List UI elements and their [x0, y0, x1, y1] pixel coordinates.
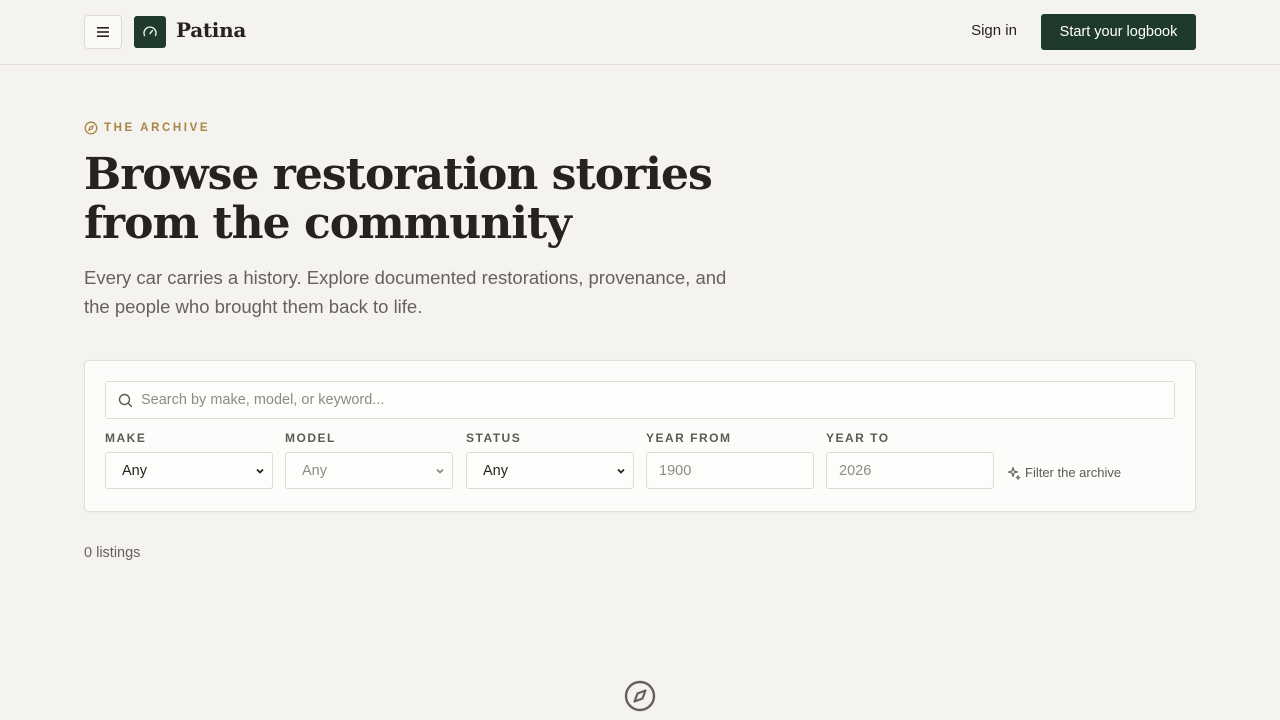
page-title-line-2: from the community [84, 198, 572, 249]
section-eyebrow: THE ARCHIVE [84, 121, 210, 135]
make-filter: MAKE Any [105, 431, 273, 489]
start-logbook-button[interactable]: Start your logbook [1041, 14, 1196, 50]
chevron-down-icon [256, 468, 264, 474]
year-from-filter: YEAR FROM 1900 [646, 431, 814, 489]
status-label: STATUS [466, 431, 522, 445]
model-select[interactable]: Any [285, 452, 453, 489]
compass-icon [84, 121, 98, 135]
year-to-label: YEAR TO [826, 431, 890, 445]
sign-in-link[interactable]: Sign in [958, 22, 1030, 39]
page-title: Browse restoration stories from the comm… [84, 150, 764, 248]
search-input[interactable] [141, 392, 1141, 408]
hamburger-menu-icon [97, 27, 109, 37]
brand-logo[interactable] [134, 16, 166, 48]
search-icon [118, 393, 133, 407]
page-subtitle: Every car carries a history. Explore doc… [84, 267, 727, 317]
model-label: MODEL [285, 431, 336, 445]
chevron-down-icon [436, 468, 444, 474]
make-value: Any [122, 462, 147, 479]
status-filter: STATUS Any [466, 431, 634, 489]
year-from-input[interactable]: 1900 [646, 452, 814, 489]
filter-hint: Filter the archive [1007, 465, 1121, 480]
top-nav-bar: Patina Sign in Start your logbook [0, 0, 1280, 65]
listing-count: 0 listings [84, 545, 141, 561]
make-label: MAKE [105, 431, 147, 445]
compass-icon [624, 680, 656, 712]
menu-button[interactable] [84, 15, 122, 49]
model-value: Any [302, 462, 327, 479]
sparkles-icon [1007, 466, 1021, 480]
page-title-line-1: Browse restoration stories [84, 149, 713, 200]
year-from-label: YEAR FROM [646, 431, 732, 445]
status-value: Any [483, 462, 508, 479]
model-filter: MODEL Any [285, 431, 453, 489]
search-box[interactable] [105, 381, 1175, 419]
year-to-filter: YEAR TO 2026 [826, 431, 994, 489]
filter-hint-label: Filter the archive [1025, 465, 1122, 480]
year-from-placeholder: 1900 [659, 462, 692, 479]
make-select[interactable]: Any [105, 452, 273, 489]
status-select[interactable]: Any [466, 452, 634, 489]
brand-name[interactable]: Patina [176, 18, 246, 42]
speedometer-icon [143, 26, 157, 37]
eyebrow-label: THE ARCHIVE [104, 122, 211, 134]
year-to-placeholder: 2026 [839, 462, 872, 479]
year-to-input[interactable]: 2026 [826, 452, 994, 489]
chevron-down-icon [617, 468, 625, 474]
filter-panel: MAKE Any MODEL Any STATUS Any YEAR FROM … [84, 360, 1196, 512]
